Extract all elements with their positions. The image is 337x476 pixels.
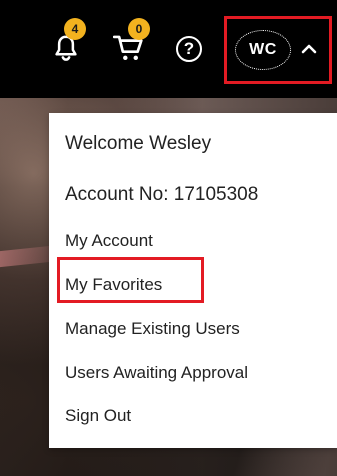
account-number: Account No: 17105308	[65, 184, 259, 205]
cart-count-badge: 0	[128, 18, 150, 40]
notifications-button[interactable]: 4	[48, 18, 86, 66]
help-button[interactable]: ?	[174, 34, 204, 64]
welcome-text: Welcome Wesley	[65, 133, 212, 154]
menu-item-users-awaiting-approval[interactable]: Users Awaiting Approval	[65, 363, 248, 383]
notification-count: 4	[71, 22, 79, 36]
notification-count-badge: 4	[64, 18, 86, 40]
my-favorites-highlight	[57, 257, 204, 303]
user-avatar-button[interactable]: WC	[235, 30, 291, 70]
menu-item-manage-existing-users[interactable]: Manage Existing Users	[65, 319, 240, 339]
user-initials: WC	[249, 41, 277, 58]
top-navigation-bar: 4 0 ? WC	[0, 0, 337, 98]
cart-button[interactable]: 0	[110, 18, 150, 66]
cart-count: 0	[135, 22, 143, 36]
help-glyph: ?	[183, 39, 195, 58]
chevron-up-icon[interactable]	[300, 40, 318, 58]
help-icon: ?	[176, 36, 202, 62]
menu-item-my-account[interactable]: My Account	[65, 231, 153, 251]
menu-item-sign-out[interactable]: Sign Out	[65, 406, 131, 426]
